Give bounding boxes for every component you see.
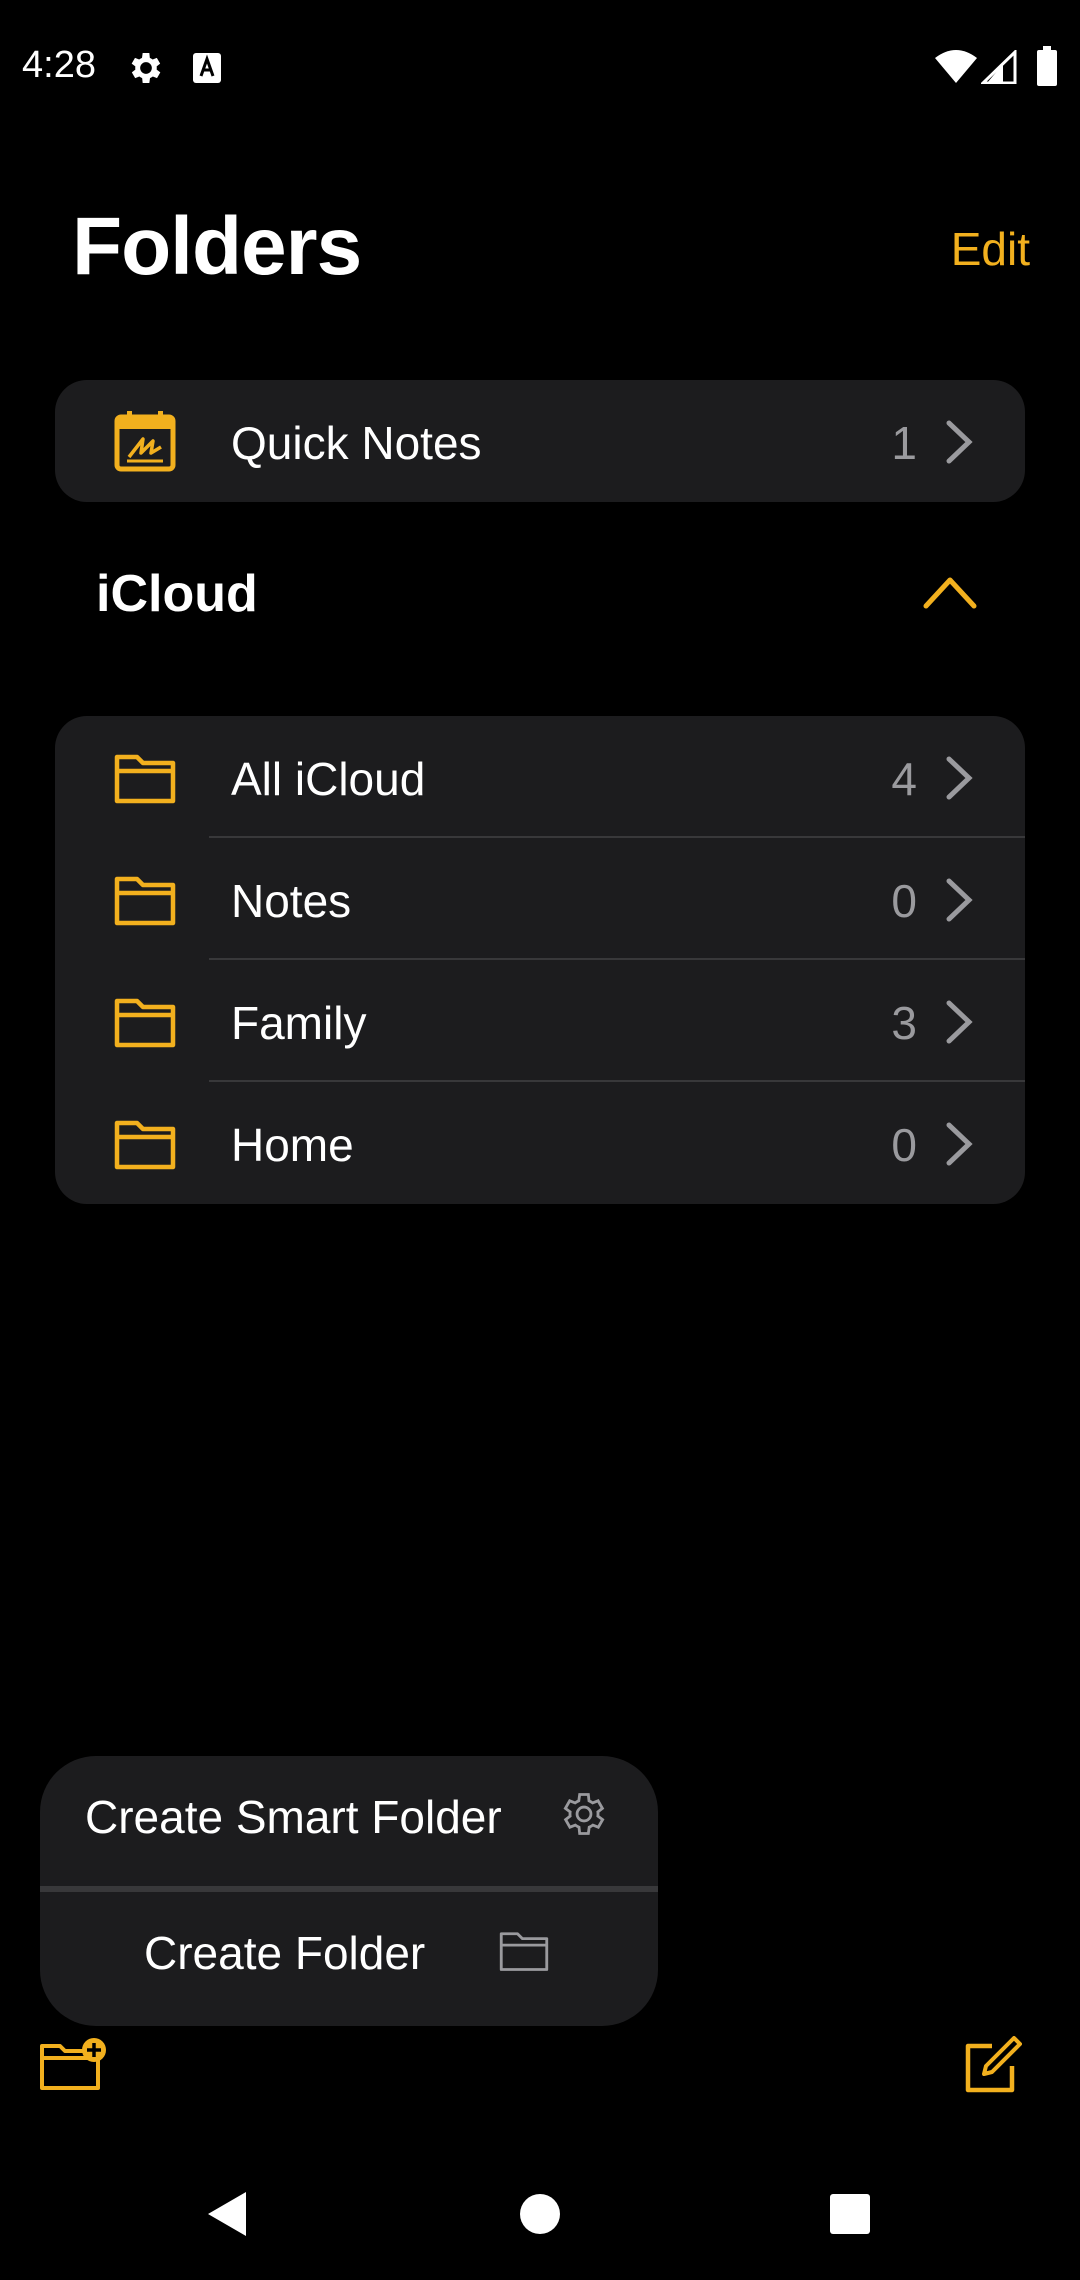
folder-count: 0	[891, 1119, 917, 1171]
quick-notes-icon	[114, 411, 176, 472]
chevron-right-icon	[946, 420, 973, 464]
folder-label: Family	[231, 997, 367, 1049]
folder-label: Notes	[231, 875, 352, 927]
folder-row-family[interactable]: Family 3	[55, 960, 1025, 1082]
folder-row-notes[interactable]: Notes 0	[55, 838, 1025, 960]
chevron-right-icon	[946, 1000, 973, 1044]
wifi-icon	[935, 50, 977, 83]
folder-row-all-icloud[interactable]: All iCloud 4	[55, 716, 1025, 838]
page-title: Folders	[72, 201, 362, 292]
chevron-right-icon	[946, 756, 973, 800]
recents-icon[interactable]	[829, 2193, 871, 2235]
settings-gear-icon	[131, 53, 161, 83]
status-bar: 4:28	[0, 0, 1080, 135]
compose-icon[interactable]	[962, 2036, 1022, 2096]
icloud-section-title: iCloud	[96, 565, 258, 623]
folder-row-home[interactable]: Home 0	[55, 1082, 1025, 1204]
home-icon[interactable]	[518, 2192, 562, 2236]
folder-count: 0	[891, 875, 917, 927]
create-smart-folder-item[interactable]: Create Smart Folder	[40, 1756, 658, 1872]
folder-icon	[114, 754, 176, 804]
folder-icon	[114, 998, 176, 1048]
folder-icon	[499, 1932, 549, 1971]
folder-icon	[114, 876, 176, 926]
folder-count: 4	[891, 753, 917, 805]
gear-icon	[563, 1793, 605, 1835]
status-time: 4:28	[22, 44, 96, 86]
create-folder-item[interactable]: Create Folder	[40, 1892, 658, 2008]
signal-icon	[981, 50, 1017, 84]
quick-notes-count: 1	[891, 417, 917, 469]
screen: 4:28 Folders Edit Quick Notes 1 iCloud A…	[0, 0, 1080, 2280]
icloud-folders-card: All iCloud 4 Notes 0 Family 3 Home 0	[55, 716, 1025, 1204]
folder-count: 3	[891, 997, 917, 1049]
create-smart-folder-label: Create Smart Folder	[85, 1791, 502, 1843]
chevron-right-icon	[946, 878, 973, 922]
chevron-right-icon	[946, 1122, 973, 1166]
back-icon[interactable]	[204, 2190, 250, 2238]
edit-button[interactable]: Edit	[951, 222, 1030, 276]
folder-label: All iCloud	[231, 753, 426, 805]
folder-label: Home	[231, 1119, 354, 1171]
chevron-up-icon[interactable]	[922, 572, 978, 612]
create-folder-label: Create Folder	[144, 1927, 426, 1979]
folder-plus-icon[interactable]	[38, 2036, 110, 2092]
new-folder-popup-menu: Create Smart Folder Create Folder	[40, 1756, 658, 2026]
quick-notes-card: Quick Notes 1	[55, 380, 1025, 502]
quick-notes-row[interactable]: Quick Notes 1	[55, 380, 1025, 502]
folder-icon	[114, 1120, 176, 1170]
keyboard-a-icon	[193, 53, 221, 83]
quick-notes-label: Quick Notes	[231, 417, 482, 469]
battery-icon	[1037, 46, 1057, 86]
